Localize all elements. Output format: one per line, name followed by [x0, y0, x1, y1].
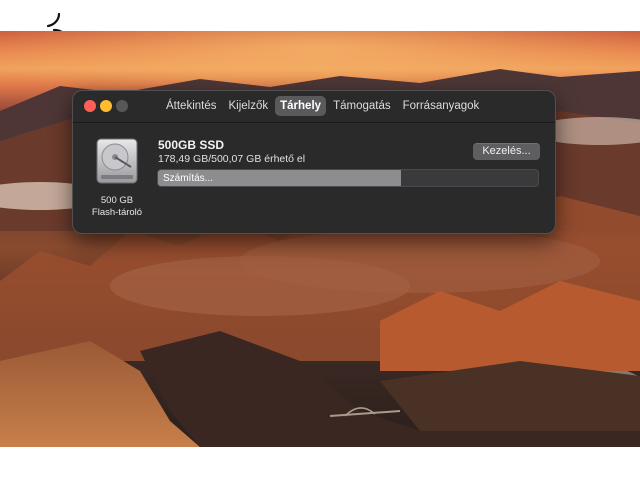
disk-available-text: 178,49 GB/500,07 GB érhető el — [158, 153, 306, 165]
disk-capacity-label: 500 GB — [100, 195, 134, 206]
tab-support[interactable]: Támogatás — [328, 96, 396, 116]
window-titlebar: Áttekintés Kijelzők Tárhely Támogatás Fo… — [73, 91, 555, 123]
disk-name: 500GB SSD — [158, 138, 225, 152]
storage-progress-label: Számítás... — [163, 173, 214, 184]
close-window-button[interactable] — [84, 100, 96, 112]
zoom-window-button[interactable] — [116, 100, 128, 112]
tab-resources[interactable]: Forrásanyagok — [398, 96, 485, 116]
tab-bar: Áttekintés Kijelzők Tárhely Támogatás Fo… — [161, 96, 484, 116]
hard-drive-icon — [93, 137, 141, 185]
minimize-window-button[interactable] — [100, 100, 112, 112]
tab-overview[interactable]: Áttekintés — [161, 96, 222, 116]
tab-displays[interactable]: Kijelzők — [224, 96, 274, 116]
disk-type-label: Flash-tároló — [91, 207, 143, 218]
about-this-mac-window: Áttekintés Kijelzők Tárhely Támogatás Fo… — [72, 90, 556, 234]
storage-progress-bar: Számítás... — [157, 169, 539, 187]
tab-storage[interactable]: Tárhely — [275, 96, 327, 116]
manage-button[interactable]: Kezelés... — [473, 143, 540, 160]
